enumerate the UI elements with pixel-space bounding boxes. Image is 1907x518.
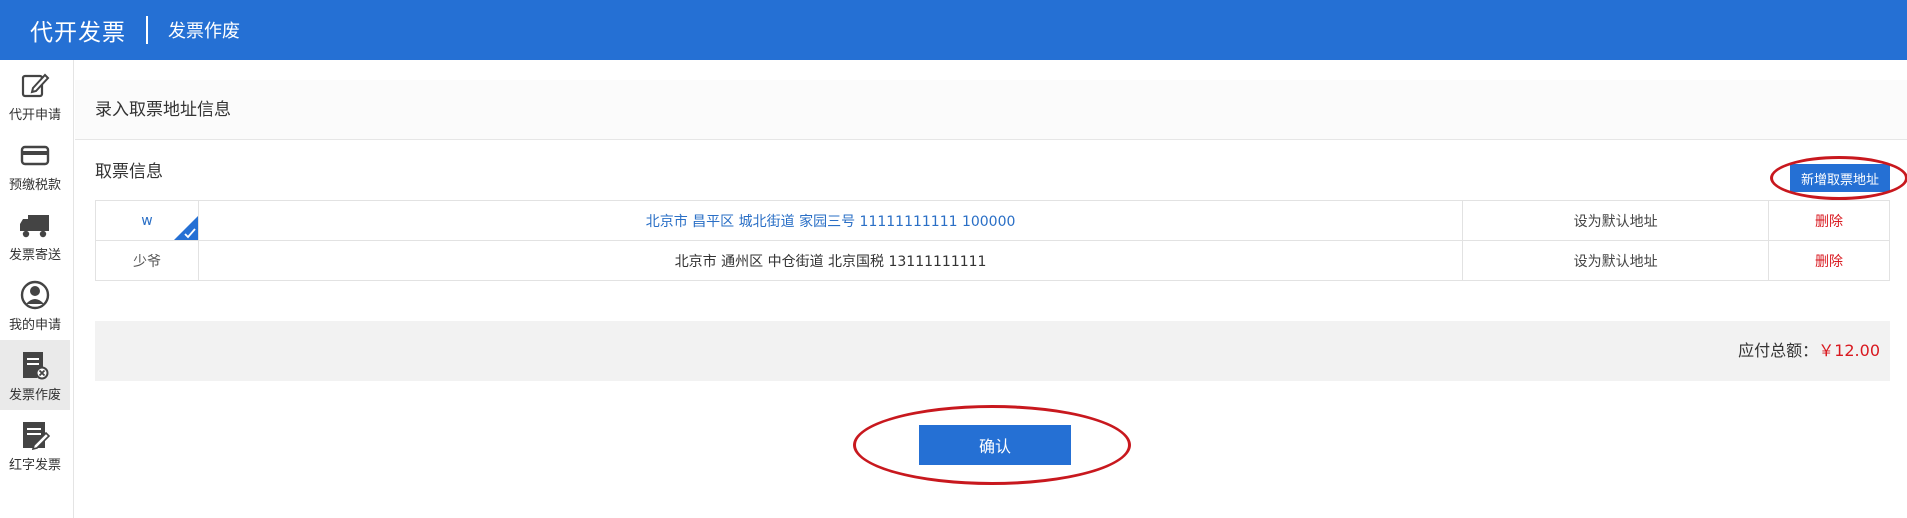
invoice-cancel-icon — [18, 348, 52, 382]
truck-icon — [18, 208, 52, 242]
address-table: w 北京市 昌平区 城北街道 家园三号 11111111111 100000 设… — [95, 200, 1890, 281]
sidebar-item-red-invoice[interactable]: 红字发票 — [0, 410, 70, 480]
sidebar-item-label: 发票作废 — [8, 387, 61, 403]
top-header: 代开发票 发票作废 — [0, 0, 1907, 60]
app-title: 代开发票 — [30, 20, 126, 46]
total-amount: ￥12.00 — [1818, 341, 1880, 360]
sidebar-item-my-apply[interactable]: 我的申请 — [0, 270, 70, 340]
sidebar-item-delivery[interactable]: 发票寄送 — [0, 200, 70, 270]
delete-link[interactable]: 删除 — [1768, 200, 1890, 241]
sidebar: 代开申请 预缴税款 发票寄送 我的申请 发票作废 红字发票 — [0, 60, 74, 518]
sidebar-item-label: 预缴税款 — [8, 177, 61, 193]
address-name: 少爷 — [132, 253, 161, 270]
address-text: 北京市 昌平区 城北街道 家园三号 11111111111 100000 — [197, 200, 1464, 241]
table-row[interactable]: 少爷 北京市 通州区 中仓街道 北京国税 13111111111 设为默认地址 … — [95, 240, 1890, 281]
sidebar-item-apply[interactable]: 代开申请 — [0, 60, 70, 130]
header-divider — [146, 16, 148, 44]
confirm-button[interactable]: 确认 — [919, 425, 1071, 465]
sidebar-item-invoice-cancel[interactable]: 发票作废 — [0, 340, 70, 410]
section-title: 录入取票地址信息 — [95, 100, 231, 120]
sidebar-item-label: 红字发票 — [8, 457, 61, 473]
page-title: 发票作废 — [168, 21, 240, 42]
sidebar-item-label: 我的申请 — [8, 317, 61, 333]
edit-icon — [18, 68, 52, 102]
total-bar: 应付总额：￥12.00 — [95, 321, 1890, 381]
main-content: 录入取票地址信息 取票信息 新增取票地址 w 北京市 昌平区 城北街道 家园三号… — [75, 60, 1907, 518]
set-default-link[interactable]: 设为默认地址 — [1462, 240, 1770, 281]
pickup-info-title: 取票信息 — [95, 162, 163, 182]
address-name-cell[interactable]: 少爷 — [95, 240, 199, 281]
selected-check-icon — [173, 216, 198, 240]
address-text: 北京市 通州区 中仓街道 北京国税 13111111111 — [197, 240, 1464, 281]
address-name: w — [141, 212, 153, 229]
delete-link[interactable]: 删除 — [1768, 240, 1890, 281]
total-label: 应付总额： — [1738, 341, 1819, 360]
table-row[interactable]: w 北京市 昌平区 城北街道 家园三号 11111111111 100000 设… — [95, 200, 1890, 241]
card-icon — [18, 138, 52, 172]
add-pickup-address-button[interactable]: 新增取票地址 — [1790, 164, 1890, 192]
user-icon — [18, 278, 52, 312]
section-header: 录入取票地址信息 — [75, 80, 1907, 140]
set-default-link[interactable]: 设为默认地址 — [1462, 200, 1770, 241]
sidebar-item-prepay[interactable]: 预缴税款 — [0, 130, 70, 200]
address-name-cell[interactable]: w — [95, 200, 199, 241]
sidebar-item-label: 发票寄送 — [8, 247, 61, 263]
invoice-edit-icon — [18, 418, 52, 452]
sidebar-item-label: 代开申请 — [8, 107, 61, 123]
